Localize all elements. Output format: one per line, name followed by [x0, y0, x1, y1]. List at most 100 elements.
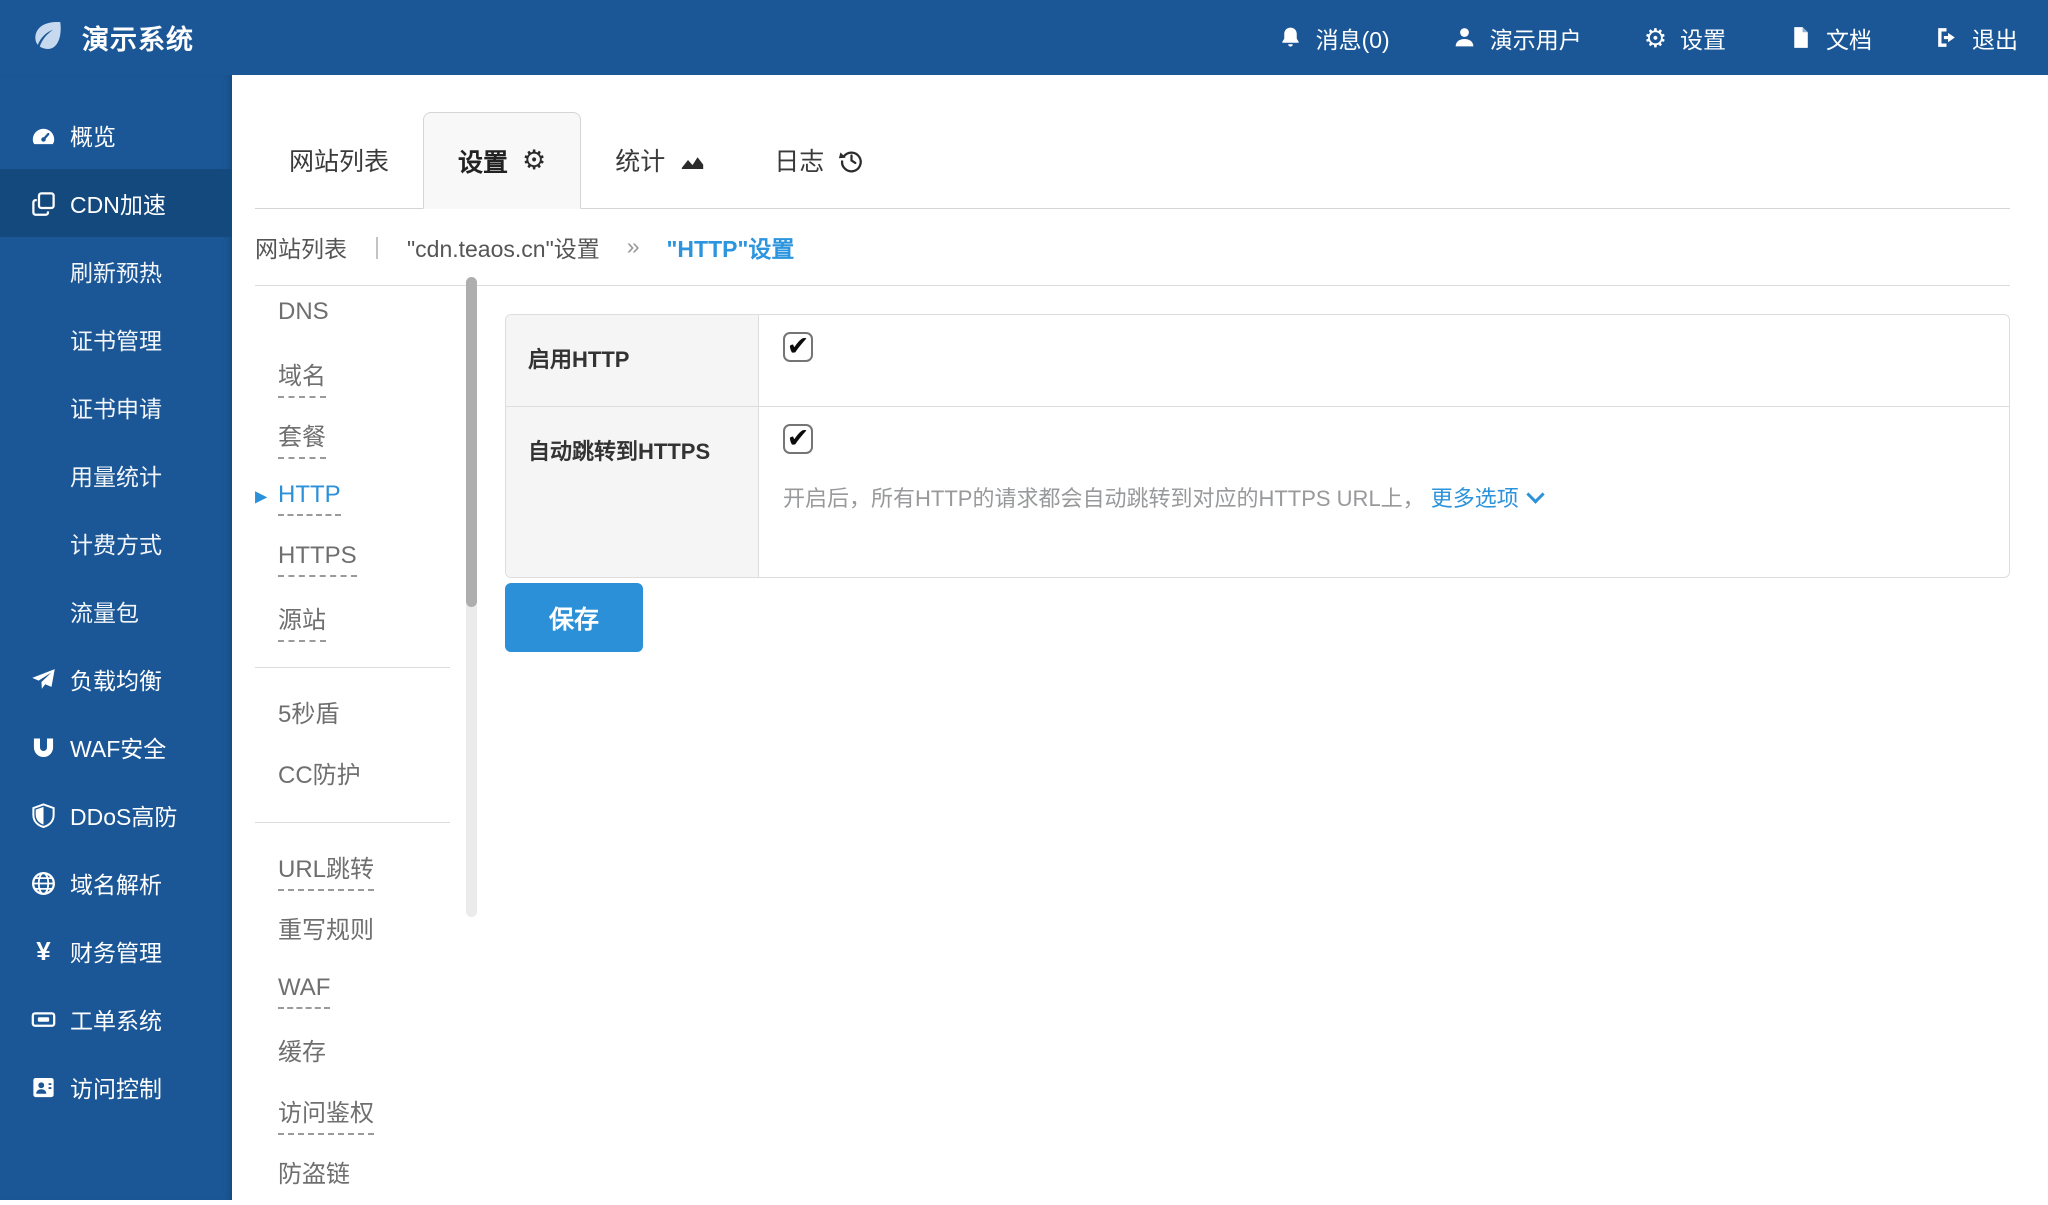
- sidebar-item-label: 计费方式: [70, 526, 162, 560]
- setting-description: 开启后，所有HTTP的请求都会自动跳转到对应的HTTPS URL上， 更多选项: [783, 481, 2009, 513]
- user-menu-item[interactable]: 演示用户: [1452, 21, 1582, 55]
- main-content: 网站列表 设置 ⚙ 统计 日志 网站列表 | "cdn: [232, 75, 2048, 1200]
- tab-bar: 网站列表 设置 ⚙ 统计 日志: [255, 112, 2010, 209]
- sidebar-item-label: 访问控制: [70, 1070, 162, 1104]
- sidebar-item-access-control[interactable]: 访问控制: [0, 1053, 232, 1121]
- sidebar-item-cdn[interactable]: CDN加速: [0, 169, 232, 237]
- tab-statistics[interactable]: 统计: [581, 112, 740, 208]
- save-button[interactable]: 保存: [505, 583, 643, 652]
- breadcrumb-site-list[interactable]: 网站列表: [255, 230, 347, 264]
- more-options-link[interactable]: 更多选项: [1431, 481, 1542, 513]
- tab-site-list[interactable]: 网站列表: [255, 112, 423, 208]
- setting-label: 自动跳转到HTTPS: [506, 407, 759, 577]
- signout-icon: [1934, 25, 1959, 50]
- breadcrumb-separator: |: [374, 233, 380, 260]
- subnav-divider: [255, 667, 450, 668]
- sidebar-item-label: CDN加速: [70, 186, 166, 220]
- breadcrumb-chevron: »: [627, 233, 640, 260]
- subnav-scrollbar-thumb[interactable]: [466, 277, 477, 607]
- magnet-icon: [30, 734, 57, 761]
- subnav-item-origin[interactable]: 源站: [255, 590, 450, 651]
- page: 演示系统 消息(0) 演示用户 ⚙ 设置: [0, 0, 2048, 1200]
- settings-subnav: DNS 域名 套餐 ▶ HTTP HTTPS 源站 5秒盾 CC防护 URL跳转…: [255, 285, 450, 1205]
- settings-label: 设置: [1680, 21, 1726, 55]
- sidebar-item-label: 流量包: [70, 594, 139, 628]
- sidebar-item-label: 刷新预热: [70, 254, 162, 288]
- logout-menu-item[interactable]: 退出: [1934, 21, 2018, 55]
- setting-label: 启用HTTP: [506, 315, 759, 406]
- sidebar-item-cert-manage[interactable]: 证书管理: [0, 305, 232, 373]
- sidebar-item-waf[interactable]: WAF安全: [0, 713, 232, 781]
- subnav-item-domain[interactable]: 域名: [255, 346, 450, 407]
- sidebar-item-label: 证书申请: [70, 390, 162, 424]
- setting-row-enable-http: 启用HTTP ✔: [506, 315, 2009, 406]
- tab-label: 设置: [458, 143, 508, 179]
- subnav-item-cache[interactable]: 缓存: [255, 1022, 450, 1083]
- id-card-icon: [30, 1074, 57, 1101]
- sidebar-item-load-balance[interactable]: 负载均衡: [0, 645, 232, 713]
- messages-label: 消息(0): [1316, 21, 1390, 55]
- document-icon: [1788, 25, 1813, 50]
- auto-https-checkbox[interactable]: ✔: [783, 424, 813, 454]
- docs-menu-item[interactable]: 文档: [1788, 21, 1872, 55]
- sidebar-item-ddos[interactable]: DDoS高防: [0, 781, 232, 849]
- bell-icon: [1278, 25, 1303, 50]
- messages-menu-item[interactable]: 消息(0): [1278, 21, 1390, 55]
- sidebar-item-tickets[interactable]: 工单系统: [0, 985, 232, 1053]
- sidebar-item-label: DDoS高防: [70, 798, 177, 832]
- active-arrow-icon: ▶: [255, 489, 267, 505]
- brand[interactable]: 演示系统: [30, 17, 194, 58]
- setting-value-cell: ✔: [759, 315, 2009, 406]
- area-chart-icon: [679, 147, 706, 174]
- subnav-item-url-redirect[interactable]: URL跳转: [255, 839, 450, 900]
- subnav-item-dns[interactable]: DNS: [255, 285, 450, 346]
- subnav-item-hotlink[interactable]: 防盗链: [255, 1144, 450, 1205]
- subnav-item-https[interactable]: HTTPS: [255, 529, 450, 590]
- check-icon: ✔: [787, 333, 810, 360]
- breadcrumb: 网站列表 | "cdn.teaos.cn"设置 » "HTTP"设置: [255, 208, 2010, 286]
- ticket-icon: [30, 1006, 57, 1033]
- setting-row-auto-https: 自动跳转到HTTPS ✔ 开启后，所有HTTP的请求都会自动跳转到对应的HTTP…: [506, 406, 2009, 577]
- subnav-item-plan[interactable]: 套餐: [255, 407, 450, 468]
- subnav-item-http[interactable]: ▶ HTTP: [255, 468, 450, 529]
- clone-icon: [30, 190, 57, 217]
- tab-logs[interactable]: 日志: [740, 112, 899, 208]
- breadcrumb-current[interactable]: "HTTP"设置: [667, 230, 795, 264]
- globe-icon: [30, 870, 57, 897]
- tab-label: 网站列表: [289, 142, 389, 178]
- sidebar-item-cert-apply[interactable]: 证书申请: [0, 373, 232, 441]
- sidebar: 概览 CDN加速 刷新预热 证书管理 证书申请 用量统计 计费方式 流量包: [0, 75, 232, 1200]
- sidebar-item-label: 域名解析: [70, 866, 162, 900]
- subnav-item-auth[interactable]: 访问鉴权: [255, 1083, 450, 1144]
- logout-label: 退出: [1972, 21, 2018, 55]
- enable-http-checkbox[interactable]: ✔: [783, 332, 813, 362]
- tab-label: 统计: [615, 142, 665, 178]
- tab-label: 日志: [774, 142, 824, 178]
- yen-icon: ¥: [30, 938, 57, 965]
- sidebar-item-finance[interactable]: ¥ 财务管理: [0, 917, 232, 985]
- sidebar-item-dns-resolve[interactable]: 域名解析: [0, 849, 232, 917]
- gear-icon: ⚙: [1644, 25, 1667, 51]
- subnav-item-5s-shield[interactable]: 5秒盾: [255, 684, 450, 745]
- sidebar-item-label: 财务管理: [70, 934, 162, 968]
- sidebar-item-usage-stats[interactable]: 用量统计: [0, 441, 232, 509]
- top-menu: 消息(0) 演示用户 ⚙ 设置 文档: [1278, 21, 2018, 55]
- sidebar-item-billing[interactable]: 计费方式: [0, 509, 232, 577]
- breadcrumb-site-settings[interactable]: "cdn.teaos.cn"设置: [407, 230, 600, 264]
- leaf-icon: [30, 17, 66, 58]
- shield-icon: [30, 802, 57, 829]
- subnav-item-cc-protect[interactable]: CC防护: [255, 745, 450, 806]
- tab-settings[interactable]: 设置 ⚙: [423, 112, 581, 209]
- sidebar-item-traffic-pack[interactable]: 流量包: [0, 577, 232, 645]
- app-title: 演示系统: [82, 18, 194, 57]
- check-icon: ✔: [787, 425, 810, 452]
- sidebar-item-overview[interactable]: 概览: [0, 101, 232, 169]
- sidebar-item-label: WAF安全: [70, 730, 166, 764]
- sidebar-item-label: 工单系统: [70, 1002, 162, 1036]
- sidebar-item-label: 证书管理: [70, 322, 162, 356]
- subnav-item-rewrite-rules[interactable]: 重写规则: [255, 900, 450, 961]
- sidebar-item-refresh-prewarm[interactable]: 刷新预热: [0, 237, 232, 305]
- subnav-item-waf[interactable]: WAF: [255, 961, 450, 1022]
- subnav-scrollbar-track[interactable]: [466, 277, 477, 917]
- settings-menu-item[interactable]: ⚙ 设置: [1644, 21, 1726, 55]
